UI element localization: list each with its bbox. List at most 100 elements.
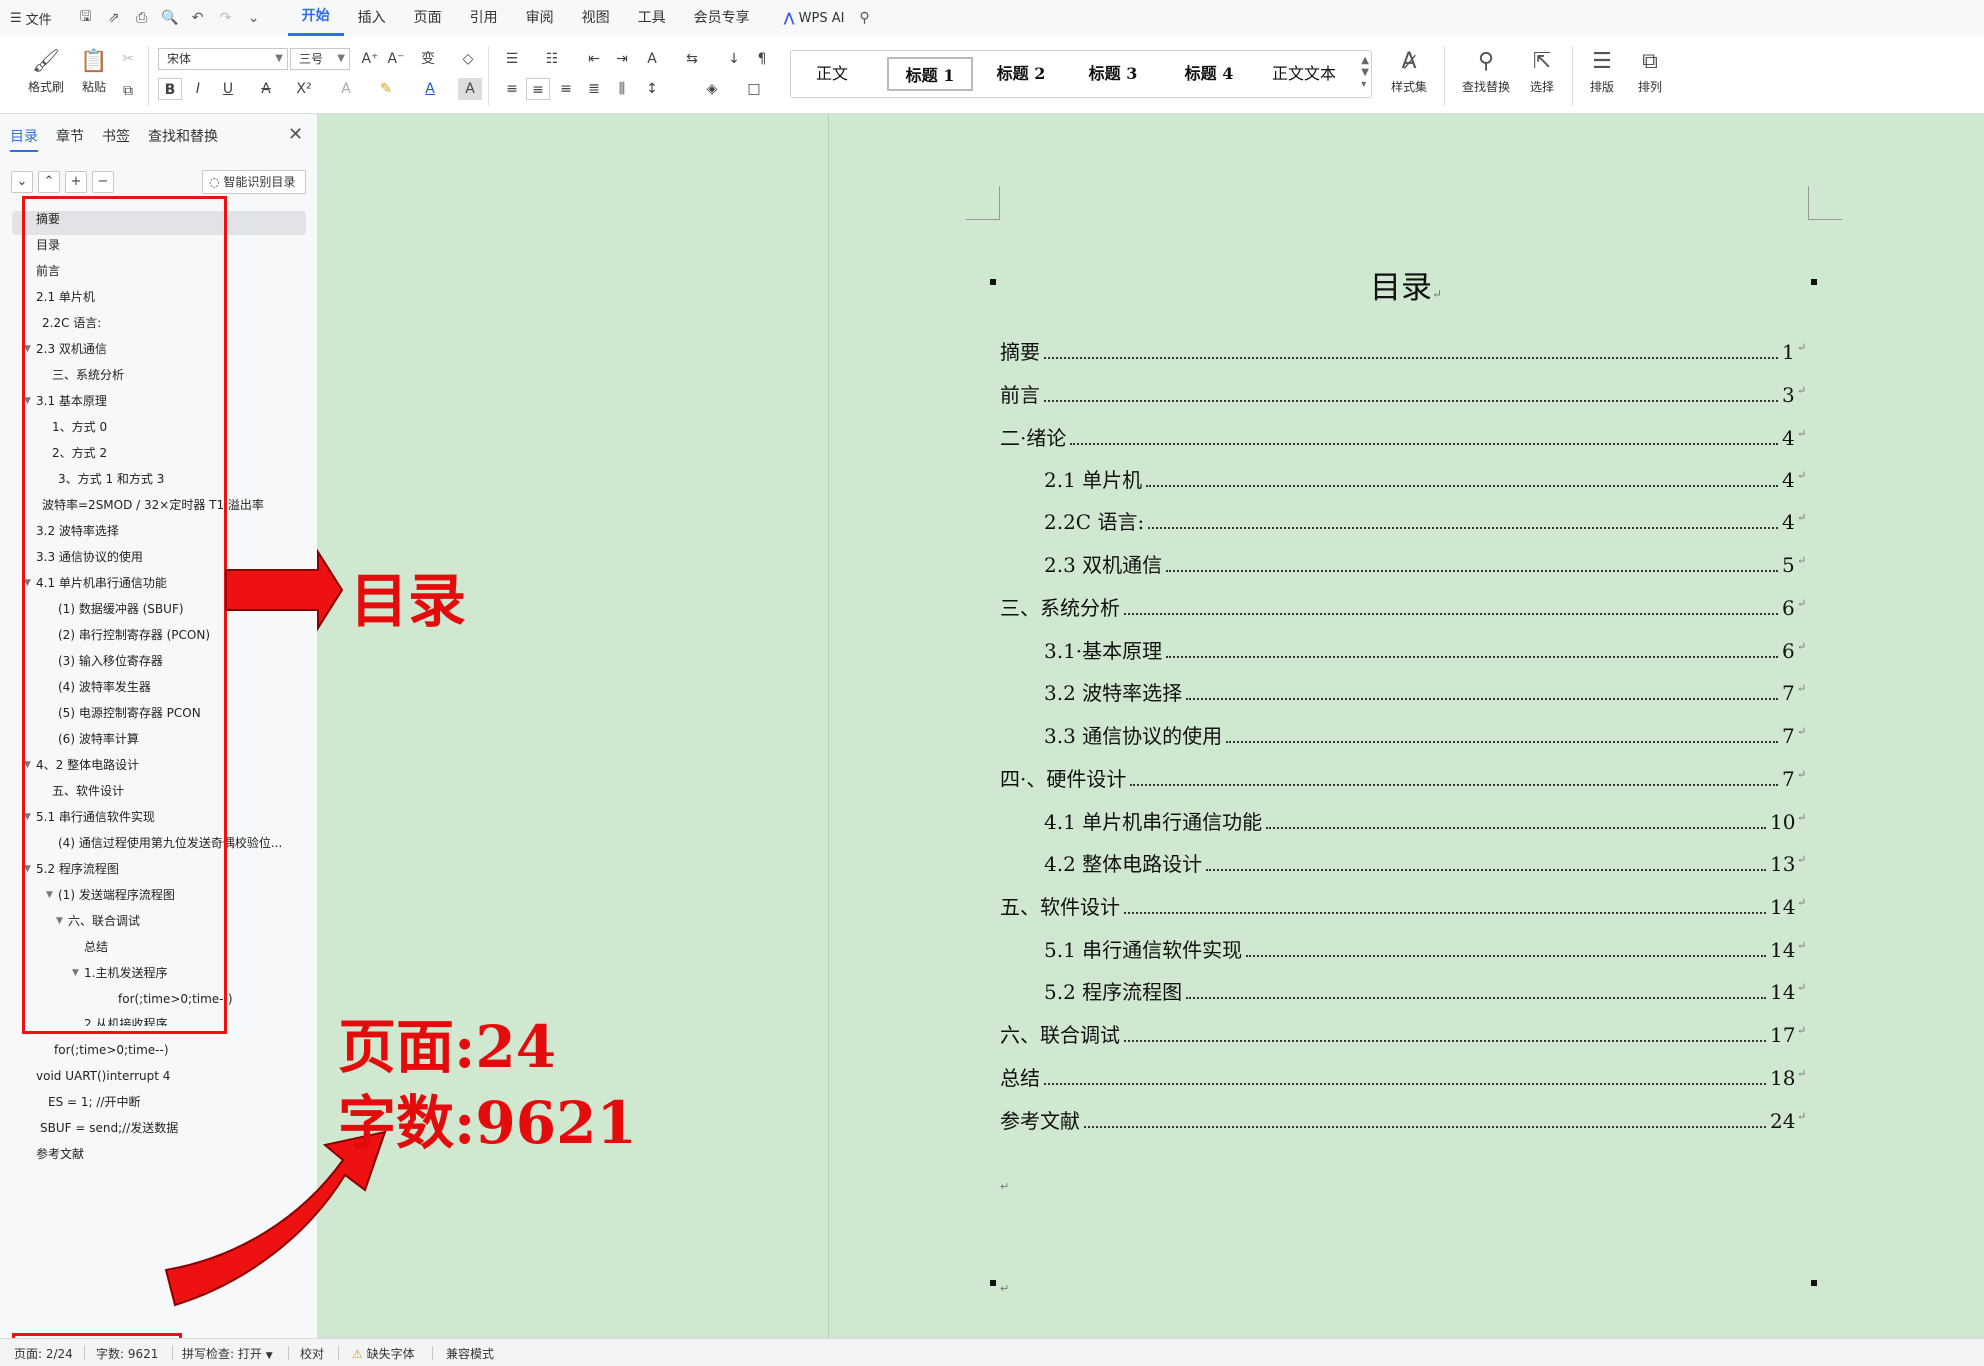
toc-entry[interactable]: 前言 3 ↵ [1000,380,1825,410]
decrease-indent-icon[interactable]: ⇤ [582,48,606,70]
bullet-list-icon[interactable]: ☰ [500,48,524,70]
toc-entry[interactable]: 五、软件设计 14 ↵ [1000,892,1825,922]
style-heading-1[interactable]: 标题 1 [887,57,973,91]
sort-icon[interactable]: ↓ [722,48,746,70]
toc-entry[interactable]: 摘要 1 ↵ [1000,337,1825,367]
nav-tab-bookmarks[interactable]: 书签 [102,126,130,152]
superscript-icon[interactable]: X² [292,78,316,100]
toc-entry[interactable]: 2.2C 语言: 4 ↵ [1044,507,1825,537]
status-word-count[interactable]: 字数: 9621 [96,1345,158,1362]
align-right-icon[interactable]: ≡ [554,78,578,100]
text-direction-icon[interactable]: ⇆ [680,48,704,70]
wps-ai-button[interactable]: ⋀ WPS AI [784,11,845,26]
format-painter-button[interactable]: 🖌 格式刷 [22,46,70,95]
arrange-button[interactable]: ⧉ 排列 [1628,46,1672,95]
print-preview-icon[interactable]: 🔍 [158,6,182,30]
promote-icon[interactable]: + [65,171,87,193]
tab-page[interactable]: 页面 [400,0,456,36]
underline-icon[interactable]: U [216,78,240,100]
status-page[interactable]: 页面: 2/24 [14,1345,73,1362]
change-case-icon[interactable]: A [640,48,664,70]
border-icon[interactable]: □ [742,78,766,100]
quick-access-more-icon[interactable]: ⌄ [242,6,266,30]
tab-insert[interactable]: 插入 [344,0,400,36]
tab-view[interactable]: 视图 [568,0,624,36]
status-missing-font[interactable]: ⚠ 缺失字体 [352,1345,415,1362]
style-normal[interactable]: 正文 [799,57,865,91]
toc-entry[interactable]: 2.1 单片机 4 ↵ [1044,465,1825,495]
style-heading-2[interactable]: 标题 2 [981,57,1061,91]
line-spacing-icon[interactable]: ↕ [640,78,664,100]
save-icon[interactable]: 🖫 [74,6,98,30]
smart-toc-button[interactable]: ◌ 智能识别目录 [202,170,306,194]
share-icon[interactable]: ⇗ [102,6,126,30]
close-icon[interactable]: ✕ [288,124,303,145]
style-body-text[interactable]: 正文文本 [1261,57,1347,91]
text-effect-icon[interactable]: A [334,78,358,100]
grow-font-icon[interactable]: A⁺ [358,48,382,70]
char-shading-icon[interactable]: A [458,78,482,100]
numbered-list-icon[interactable]: ☷ [540,48,564,70]
status-spellcheck[interactable]: 拼写检查: 打开 ▼ [182,1345,273,1362]
layout-button[interactable]: ☰ 排版 [1580,46,1624,95]
toc-entry[interactable]: 5.2 程序流程图 14 ↵ [1044,977,1825,1007]
shrink-font-icon[interactable]: A⁻ [384,48,408,70]
status-proofread[interactable]: 校对 [300,1345,324,1362]
toc-entry[interactable]: 2.3 双机通信 5 ↵ [1044,550,1825,580]
paste-button[interactable]: 📋 粘贴 [70,46,118,95]
file-menu[interactable]: ☰ 文件 [10,9,52,28]
tab-review[interactable]: 审阅 [512,0,568,36]
toc-entry[interactable]: 5.1 串行通信软件实现 14 ↵ [1044,935,1825,965]
find-replace-button[interactable]: ⚲ 查找替换 [1456,46,1516,95]
style-heading-4[interactable]: 标题 4 [1169,57,1249,91]
toc-entry[interactable]: 总结 18 ↵ [1000,1063,1825,1093]
nav-tab-find[interactable]: 查找和替换 [148,126,218,152]
nav-tab-toc[interactable]: 目录 [10,126,38,152]
search-icon[interactable]: ⚲ [852,6,876,30]
toc-entry[interactable]: 3.2 波特率选择 7 ↵ [1044,678,1825,708]
status-compat-mode[interactable]: 兼容模式 [446,1345,494,1362]
tab-reference[interactable]: 引用 [456,0,512,36]
outline-item[interactable]: 参考文献 [36,1144,84,1164]
toc-entry[interactable]: 四·、硬件设计 7 ↵ [1000,764,1825,794]
toc-entry[interactable]: 3.1·基本原理 6 ↵ [1044,636,1825,666]
justify-icon[interactable]: ≣ [582,78,606,100]
outline-item[interactable]: SBUF = send;//发送数据 [40,1118,178,1138]
toc-entry[interactable]: 3.3 通信协议的使用 7 ↵ [1044,721,1825,751]
toc-entry[interactable]: 六、联合调试 17 ↵ [1000,1020,1825,1050]
tab-home[interactable]: 开始 [287,0,344,36]
italic-icon[interactable]: I [186,78,210,100]
collapse-icon[interactable]: ⌃ [38,171,60,193]
strikethrough-icon[interactable]: A [254,78,278,100]
demote-icon[interactable]: − [92,171,114,193]
style-heading-3[interactable]: 标题 3 [1073,57,1153,91]
increase-indent-icon[interactable]: ⇥ [610,48,634,70]
select-button[interactable]: ⇱ 选择 [1520,46,1564,95]
nav-tab-chapters[interactable]: 章节 [56,126,84,152]
bold-icon[interactable]: B [158,78,182,100]
tab-member[interactable]: 会员专享 [680,0,764,36]
copy-icon[interactable]: ⧉ [116,80,140,102]
show-marks-icon[interactable]: ¶ [750,48,774,70]
toc-entry[interactable]: 4.1 单片机串行通信功能 10 ↵ [1044,807,1825,837]
toc-entry[interactable]: 4.2 整体电路设计 13 ↵ [1044,849,1825,879]
undo-icon[interactable]: ↶ [186,6,210,30]
highlight-icon[interactable]: ✎ [374,78,398,100]
outline-item[interactable]: for(;time>0;time--) [54,1040,169,1060]
font-size-select[interactable]: 三号 ▼ [290,48,350,70]
phonetic-guide-icon[interactable]: 变 [416,48,440,70]
align-center-icon[interactable]: ≡ [526,78,550,100]
outline-item[interactable]: void UART()interrupt 4 [36,1066,170,1086]
expand-all-icon[interactable]: ⌄ [11,171,33,193]
redo-icon[interactable]: ↷ [214,6,238,30]
clear-format-icon[interactable]: ◇ [456,48,480,70]
style-scroll-icon[interactable]: ▲ ▼ ▾ [1361,55,1369,91]
toc-entry[interactable]: 三、系统分析 6 ↵ [1000,593,1825,623]
cut-icon[interactable]: ✂ [116,48,140,70]
distributed-icon[interactable]: ⫼ [610,78,634,100]
style-set-button[interactable]: A̷ 样式集 [1382,46,1436,95]
tab-tools[interactable]: 工具 [624,0,680,36]
shading-icon[interactable]: ◈ [700,78,724,100]
toc-entry[interactable]: 参考文献 24 ↵ [1000,1106,1825,1136]
toc-entry[interactable]: 二·绪论 4 ↵ [1000,423,1825,453]
